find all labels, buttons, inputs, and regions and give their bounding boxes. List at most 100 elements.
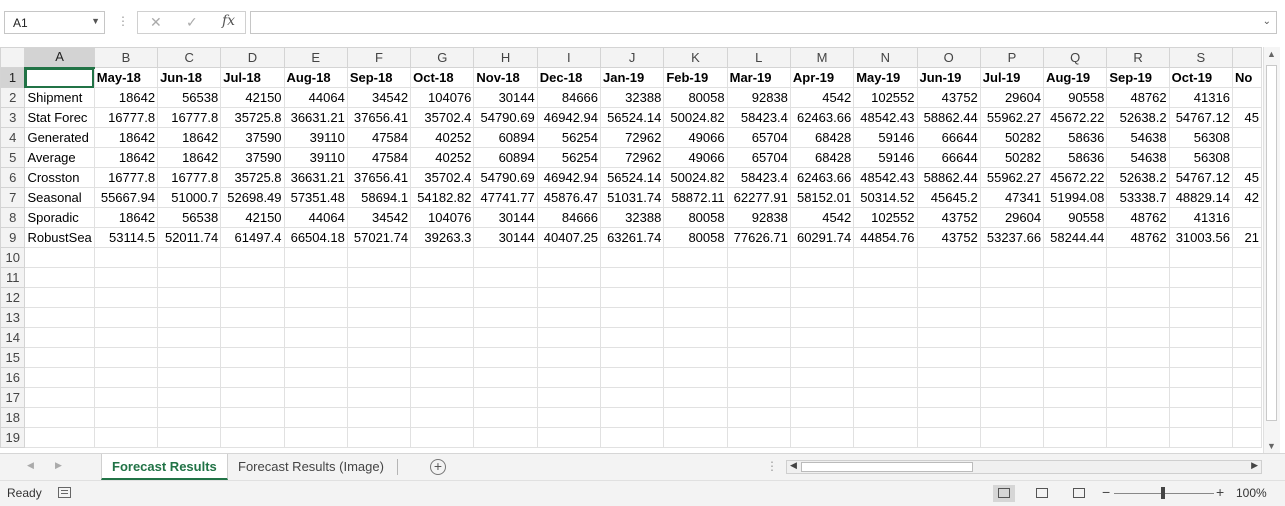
cell[interactable]: [979, 287, 1045, 308]
cell[interactable]: [283, 367, 348, 388]
cell[interactable]: 47741.77: [473, 187, 538, 208]
cell[interactable]: 35725.8: [220, 167, 285, 188]
cell[interactable]: 60894: [473, 127, 538, 148]
cell[interactable]: 54790.69: [473, 107, 538, 128]
cell[interactable]: 30144: [473, 87, 538, 108]
cell[interactable]: [789, 367, 855, 388]
cell[interactable]: [916, 387, 981, 408]
cell[interactable]: [410, 307, 475, 328]
row-header[interactable]: 7: [0, 187, 26, 208]
cell[interactable]: [853, 327, 918, 348]
cell[interactable]: 45645.2: [916, 187, 981, 208]
cell[interactable]: 16777.8: [93, 107, 159, 128]
cell[interactable]: [473, 247, 538, 268]
cell[interactable]: 50282: [979, 127, 1045, 148]
cell[interactable]: 55962.27: [979, 167, 1045, 188]
cell[interactable]: 50024.82: [663, 107, 728, 128]
cell[interactable]: [600, 347, 665, 368]
cell[interactable]: 90558: [1043, 87, 1108, 108]
cell[interactable]: May-18: [93, 67, 159, 88]
cell[interactable]: [979, 327, 1045, 348]
cell[interactable]: [726, 387, 791, 408]
cell[interactable]: [916, 287, 981, 308]
cell[interactable]: Mar-19: [726, 67, 791, 88]
cell[interactable]: Crosston: [24, 167, 95, 188]
cell[interactable]: [1043, 247, 1108, 268]
cell[interactable]: 18642: [93, 127, 159, 148]
cell[interactable]: [1168, 407, 1233, 428]
cell[interactable]: [346, 367, 412, 388]
cell[interactable]: [1231, 287, 1262, 308]
cell[interactable]: [1106, 387, 1170, 408]
cell[interactable]: [1231, 427, 1262, 448]
cell[interactable]: 48542.43: [853, 107, 918, 128]
column-header-j[interactable]: J: [600, 47, 665, 68]
cell[interactable]: 54182.82: [410, 187, 475, 208]
cell[interactable]: [789, 307, 855, 328]
enter-icon[interactable]: ✓: [186, 14, 198, 31]
cell[interactable]: [853, 347, 918, 368]
cell[interactable]: [1231, 307, 1262, 328]
cell[interactable]: [663, 367, 728, 388]
page-layout-icon[interactable]: [1031, 485, 1053, 502]
cell[interactable]: [24, 347, 95, 368]
cell[interactable]: 40252: [410, 127, 475, 148]
expand-formula-icon[interactable]: ⌄: [1263, 16, 1271, 27]
cell[interactable]: 54767.12: [1168, 167, 1233, 188]
cell[interactable]: [220, 347, 285, 368]
row-header[interactable]: 8: [0, 207, 26, 228]
cell[interactable]: 104076: [410, 87, 475, 108]
cell[interactable]: [916, 407, 981, 428]
cell[interactable]: [24, 407, 95, 428]
cell[interactable]: 45672.22: [1043, 167, 1108, 188]
horizontal-scrollbar[interactable]: ◀ ▶: [786, 460, 1262, 474]
row-header[interactable]: 1: [0, 67, 26, 88]
cell[interactable]: 55962.27: [979, 107, 1045, 128]
cell[interactable]: 32388: [600, 87, 665, 108]
cell[interactable]: 48762: [1106, 87, 1170, 108]
cell[interactable]: 4542: [789, 207, 855, 228]
column-header-g[interactable]: G: [410, 47, 475, 68]
cell[interactable]: [93, 267, 159, 288]
cell[interactable]: 72962: [600, 127, 665, 148]
cell[interactable]: [600, 367, 665, 388]
cell[interactable]: 58694.1: [346, 187, 412, 208]
cell[interactable]: [853, 427, 918, 448]
cell[interactable]: 58636: [1043, 147, 1108, 168]
cell[interactable]: [1043, 327, 1108, 348]
cell[interactable]: [157, 347, 222, 368]
cell[interactable]: [24, 427, 95, 448]
cell[interactable]: 57351.48: [283, 187, 348, 208]
row-header[interactable]: 19: [0, 427, 26, 448]
cell[interactable]: [283, 307, 348, 328]
cell[interactable]: 72962: [600, 147, 665, 168]
cell[interactable]: Dec-18: [536, 67, 602, 88]
cell[interactable]: 62463.66: [789, 167, 855, 188]
cell[interactable]: [346, 287, 412, 308]
cell[interactable]: [1043, 387, 1108, 408]
cell[interactable]: [663, 387, 728, 408]
cell[interactable]: [1106, 367, 1170, 388]
cell[interactable]: [1168, 247, 1233, 268]
row-header[interactable]: 14: [0, 327, 26, 348]
cell[interactable]: 18642: [157, 147, 222, 168]
cell[interactable]: 54638: [1106, 127, 1170, 148]
row-header[interactable]: 11: [0, 267, 26, 288]
column-header-c[interactable]: C: [157, 47, 222, 68]
cell[interactable]: [1106, 347, 1170, 368]
cell[interactable]: 54790.69: [473, 167, 538, 188]
column-header-d[interactable]: D: [220, 47, 285, 68]
cell[interactable]: [157, 407, 222, 428]
cell[interactable]: 44064: [283, 207, 348, 228]
cell[interactable]: [536, 307, 602, 328]
cell[interactable]: [346, 347, 412, 368]
cell[interactable]: [1231, 127, 1262, 148]
cell[interactable]: 49066: [663, 147, 728, 168]
cell[interactable]: [1168, 347, 1233, 368]
cell[interactable]: 21: [1231, 227, 1262, 248]
cell[interactable]: Nov-18: [473, 67, 538, 88]
cell[interactable]: [1043, 267, 1108, 288]
cell[interactable]: 47341: [979, 187, 1045, 208]
cell[interactable]: 57021.74: [346, 227, 412, 248]
cell[interactable]: 68428: [789, 127, 855, 148]
